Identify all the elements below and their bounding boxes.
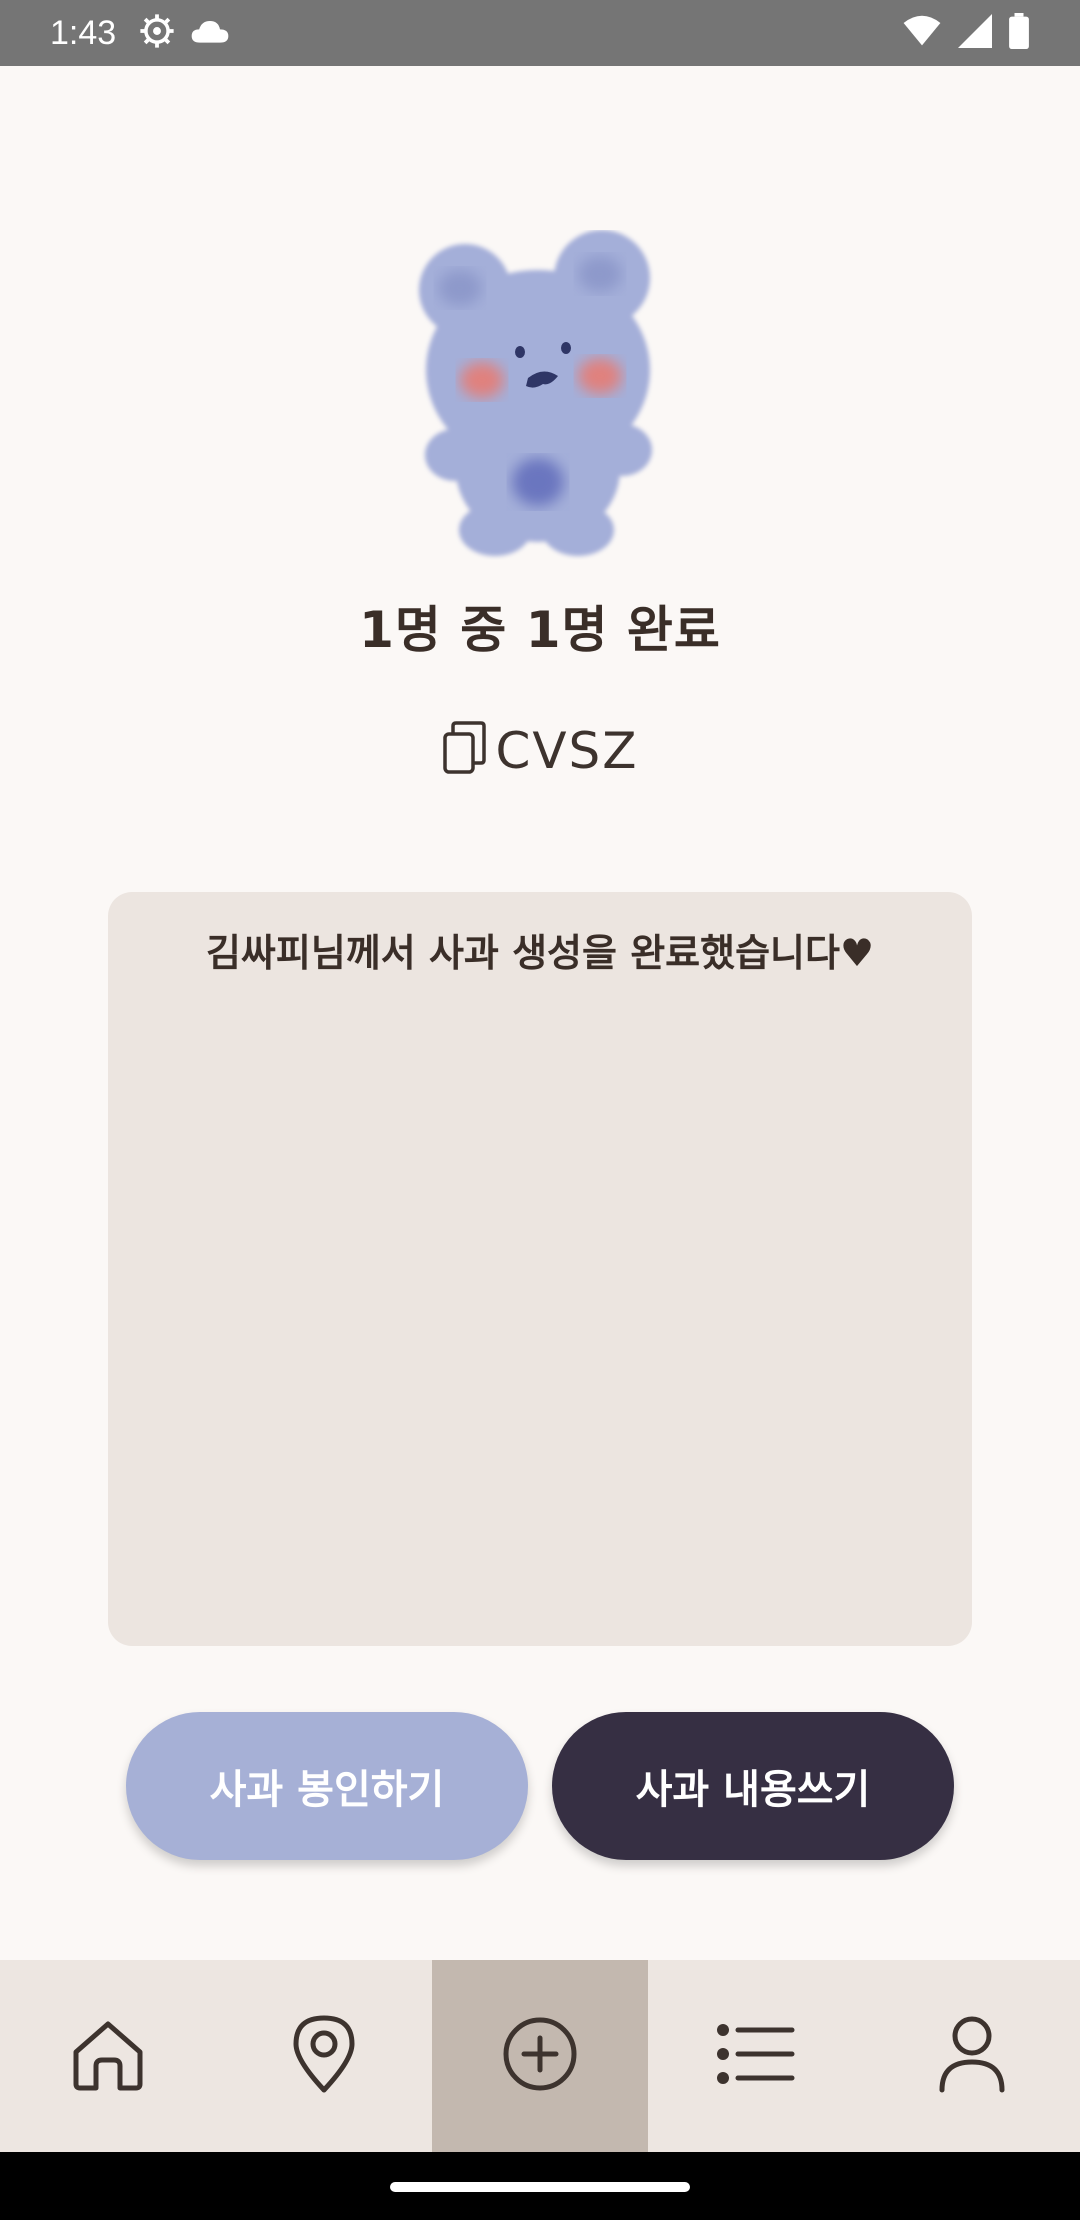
write-apology-button[interactable]: 사과 내용쓰기 bbox=[552, 1712, 954, 1860]
list-icon bbox=[716, 2022, 796, 2090]
gesture-handle[interactable] bbox=[390, 2182, 690, 2192]
wifi-icon bbox=[902, 15, 942, 51]
user-icon bbox=[936, 2014, 1008, 2098]
map-pin-icon bbox=[288, 2014, 360, 2098]
nav-profile[interactable] bbox=[864, 1960, 1080, 2152]
settings-gear-icon bbox=[138, 12, 176, 54]
battery-icon bbox=[1008, 13, 1030, 53]
seal-apology-button[interactable]: 사과 봉인하기 bbox=[126, 1712, 528, 1860]
message-card: 김싸피님께서 사과 생성을 완료했습니다♥ bbox=[108, 892, 972, 1646]
bottom-navigation bbox=[0, 1960, 1080, 2152]
nav-home[interactable] bbox=[0, 1960, 216, 2152]
signal-icon bbox=[958, 14, 992, 52]
completion-message: 김싸피님께서 사과 생성을 완료했습니다♥ bbox=[205, 931, 875, 975]
home-icon bbox=[68, 2014, 148, 2098]
cloud-icon bbox=[190, 16, 230, 50]
nav-map[interactable] bbox=[216, 1960, 432, 2152]
plus-circle-icon bbox=[500, 2014, 580, 2098]
invite-code: CVSZ bbox=[495, 722, 639, 780]
progress-status-text: 1명 중 1명 완료 bbox=[359, 601, 721, 659]
invite-code-row[interactable]: CVSZ bbox=[0, 720, 1080, 782]
status-time: 1:43 bbox=[50, 13, 117, 52]
copy-icon[interactable] bbox=[441, 720, 489, 782]
nav-create[interactable] bbox=[432, 1960, 648, 2152]
status-bar: 1:43 bbox=[0, 0, 1080, 66]
bear-illustration bbox=[410, 230, 670, 560]
nav-list[interactable] bbox=[648, 1960, 864, 2152]
